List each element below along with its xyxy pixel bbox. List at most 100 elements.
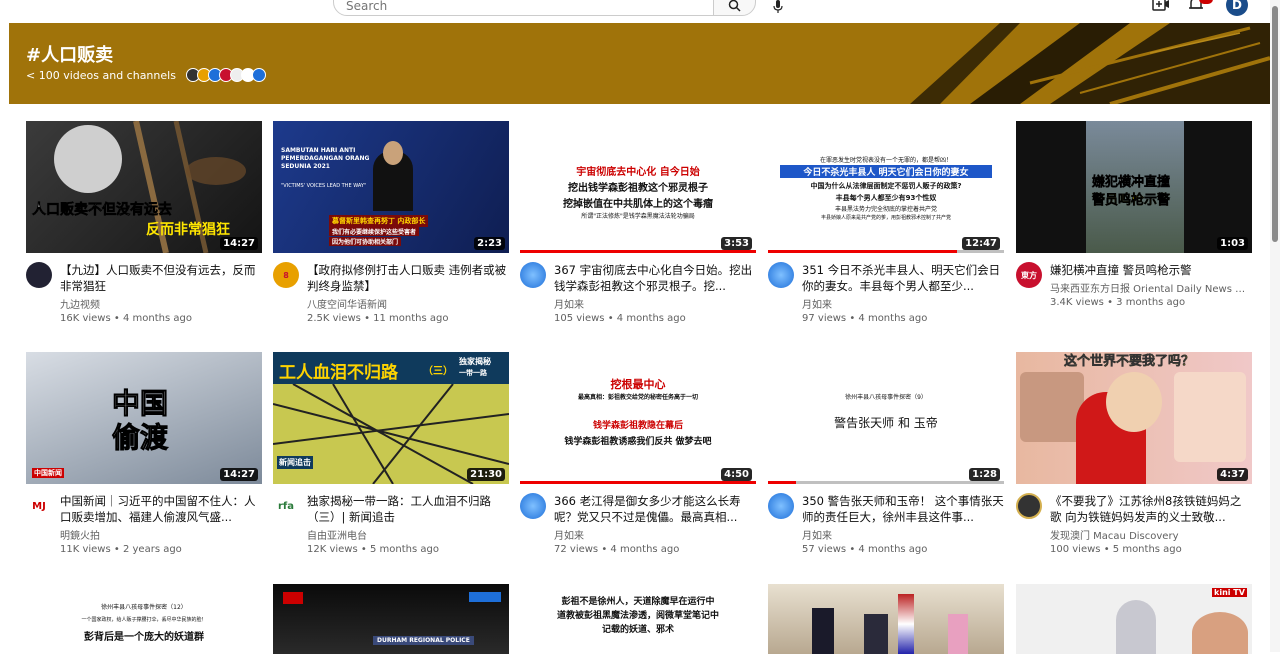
face-image [1106, 372, 1162, 432]
video-thumbnail[interactable]: 宇宙彻底去中心化 自今日始 挖出钱学森彭祖教这个邪灵根子 挖掉嵌值在中共肌体上的… [520, 121, 756, 253]
thumb-caption: 警员鸣枪示警 [1092, 193, 1171, 209]
thumb-caption: 所谓"正法修炼"是钱学森黑魔法法轮功骗局 [581, 213, 695, 220]
video-card[interactable]: 人口贩卖不但没有远去 反而非常猖狂 14:27 【九边】人口贩卖不但没有远去，反… [26, 121, 262, 324]
thumb-caption: 道教被彭祖黑魔法渗透，阅微草堂笔记中 [556, 611, 719, 621]
channel-avatars [184, 68, 266, 82]
video-title[interactable]: 366 老江得是御女多少才能这么长寿呢？党又只不过是傀儡。最高真相... [554, 493, 756, 525]
video-thumbnail[interactable]: 嫌犯横冲直撞 警员鸣枪示警 1:03 [1016, 121, 1252, 253]
search-input[interactable] [334, 0, 713, 15]
person-figure [812, 608, 834, 654]
thumb-caption: 独家揭秘 [459, 357, 491, 366]
video-thumbnail[interactable]: SAMBUTAN HARI ANTI PEMERDAGANGAN ORANG S… [273, 121, 509, 253]
video-thumbnail[interactable]: 徐州丰县八孩母事件探密（9） 警告张天师 和 玉帝 1:28 [768, 352, 1004, 484]
view-count: 57 views [802, 544, 847, 555]
channel-avatar[interactable]: 8 [273, 262, 299, 288]
search-box[interactable] [333, 0, 714, 16]
upload-age: 4 months ago [858, 313, 928, 324]
thumb-caption: 挖掉嵌值在中共肌体上的这个毒瘤 [562, 199, 713, 210]
video-thumbnail[interactable]: 徐州丰县八孩母事件探密（12） 一个国家政权，给人贩子撑腰打伞，丢尽中华民族的脸… [26, 584, 262, 654]
video-card[interactable]: DURHAM REGIONAL POLICE [273, 584, 509, 654]
video-thumbnail[interactable]: 中国 偷渡 中国新闻 14:27 [26, 352, 262, 484]
video-card[interactable]: 嫌犯横冲直撞 警员鸣枪示警 1:03 東方 嫌犯横冲直撞 警员鸣枪示警 马来西亚… [1016, 121, 1252, 308]
channel-avatar[interactable] [1016, 493, 1042, 519]
channel-avatar[interactable] [26, 262, 52, 288]
video-card[interactable]: SAMBUTAN HARI ANTI PEMERDAGANGAN ORANG S… [273, 121, 509, 324]
search-button[interactable] [713, 0, 756, 16]
video-thumbnail[interactable] [768, 584, 1004, 654]
upload-age: 4 months ago [610, 544, 680, 555]
channel-avatar[interactable]: 東方 [1016, 262, 1042, 288]
channel-name[interactable]: 九边视频 [60, 296, 262, 311]
video-card[interactable]: 这个世界不要我了吗？ 4:37 《不要我了》江苏徐州8孩铁链妈妈之歌 向为铁链妈… [1016, 352, 1252, 555]
voice-search-button[interactable] [766, 0, 790, 14]
video-card[interactable]: 宇宙彻底去中心化 自今日始 挖出钱学森彭祖教这个邪灵根子 挖掉嵌值在中共肌体上的… [520, 121, 756, 324]
video-title[interactable]: 350 警告张天师和玉帝！ 这个事情张天师的责任巨大，徐州丰县这件事... [802, 493, 1004, 525]
face-image [1020, 372, 1084, 442]
video-card[interactable]: 徐州丰县八孩母事件探密（12） 一个国家政权，给人贩子撑腰打伞，丢尽中华民族的脸… [26, 584, 262, 654]
thumb-caption: 最高真相：彭祖教交给党的秘密任务高于一切 [577, 394, 698, 401]
create-button[interactable] [1152, 0, 1172, 12]
video-card[interactable] [768, 584, 1004, 654]
channel-name[interactable]: 明鏡火拍 [60, 527, 262, 542]
thumb-caption: 工人血泪不归路 [279, 363, 398, 383]
scrollbar-thumb[interactable] [1272, 6, 1278, 242]
video-title[interactable]: 【政府拟修例打击人口贩卖 违例者或被判终身监禁】 [307, 262, 509, 294]
channel-avatar[interactable] [768, 262, 794, 288]
video-stats: 97 views • 4 months ago [802, 313, 928, 324]
video-title[interactable]: 【九边】人口贩卖不但没有远去，反而非常猖狂 [60, 262, 262, 294]
channel-avatar[interactable] [768, 493, 794, 519]
video-stats: 105 views • 4 months ago [554, 313, 686, 324]
channel-name[interactable]: 八度空间华语新闻 [307, 296, 509, 311]
channel-avatar[interactable]: rfa [273, 493, 299, 519]
video-thumbnail[interactable]: 工人血泪不归路 （三） 独家揭秘 一带一路 新闻追击 21:30 [273, 352, 509, 484]
mic-icon [773, 0, 783, 13]
channel-name[interactable]: 月如来 [802, 527, 1004, 542]
channel-name[interactable]: 月如来 [554, 296, 756, 311]
duration-badge: 3:53 [721, 237, 752, 250]
person-figure [948, 614, 968, 654]
video-thumbnail[interactable]: 人口贩卖不但没有远去 反而非常猖狂 14:27 [26, 121, 262, 253]
video-title[interactable]: 嫌犯横冲直撞 警员鸣枪示警 [1050, 262, 1252, 278]
channel-avatar[interactable] [520, 262, 546, 288]
channel-name[interactable]: 马来西亚东方日报 Oriental Daily News M... [1050, 280, 1252, 295]
duration-badge: 2:23 [474, 237, 505, 250]
video-card[interactable]: kini TV [1016, 584, 1252, 654]
thumb-caption: 宇宙彻底去中心化 自今日始 [576, 167, 700, 178]
video-title[interactable]: 中国新闻｜习近平的中国留不住人：人口贩卖增加、福建人偷渡风气盛... [60, 493, 262, 525]
video-card[interactable]: 工人血泪不归路 （三） 独家揭秘 一带一路 新闻追击 21:30 rfa 独家揭… [273, 352, 509, 555]
channel-avatar[interactable] [520, 493, 546, 519]
face-image [1174, 372, 1246, 462]
video-thumbnail[interactable]: kini TV [1016, 584, 1252, 654]
channel-name[interactable]: 发现澳门 Macau Discovery [1050, 527, 1252, 542]
video-thumbnail[interactable]: 彭祖不是徐州人，天道除魔早在运行中 道教被彭祖黑魔法渗透，阅微草堂笔记中 记载的… [520, 584, 756, 654]
duration-badge: 1:28 [969, 468, 1000, 481]
video-thumbnail[interactable]: 挖根最中心 最高真相：彭祖教交给党的秘密任务高于一切 钱学森彭祖教隐在幕后 钱学… [520, 352, 756, 484]
thumb-caption: 挖根最中心 [610, 378, 666, 391]
video-card[interactable]: 挖根最中心 最高真相：彭祖教交给党的秘密任务高于一切 钱学森彭祖教隐在幕后 钱学… [520, 352, 756, 555]
channel-avatar[interactable]: MJ [26, 493, 52, 519]
video-card[interactable]: 彭祖不是徐州人，天道除魔早在运行中 道教被彭祖黑魔法渗透，阅微草堂笔记中 记载的… [520, 584, 756, 654]
channel-name[interactable]: 自由亚洲电台 [307, 527, 509, 542]
video-count-link[interactable]: < 100 videos and channels [26, 69, 176, 82]
video-title[interactable]: 独家揭秘一带一路：工人血泪不归路（三）| 新闻追击 [307, 493, 509, 525]
channel-name[interactable]: 月如来 [554, 527, 756, 542]
video-card[interactable]: 中国 偷渡 中国新闻 14:27 MJ 中国新闻｜习近平的中国留不住人：人口贩卖… [26, 352, 262, 555]
hashtag-subtitle[interactable]: < 100 videos and channels [26, 68, 266, 82]
video-card[interactable]: 徐州丰县八孩母事件探密（9） 警告张天师 和 玉帝 1:28 350 警告张天师… [768, 352, 1004, 555]
view-count: 11K views [60, 544, 111, 555]
speaker-head [383, 141, 403, 165]
video-title[interactable]: 367 宇宙彻底去中心化自今日始。挖出钱学森彭祖教这个邪灵根子。挖... [554, 262, 756, 294]
thumb-caption: 钱学森彭祖教隐在幕后 [592, 421, 683, 431]
channel-name[interactable]: 月如来 [802, 296, 1004, 311]
video-title[interactable]: 351 今日不杀光丰县人、明天它们会日你的妻女。丰县每个男人都至少... [802, 262, 1004, 294]
thumb-caption: 因为他们可协助相关部门 [329, 237, 402, 246]
scrollbar[interactable] [1270, 0, 1280, 652]
video-thumbnail[interactable]: 在罪恶发生时党视表没有一个无罪的，都是帮凶！ 今日不杀光丰县人 明天它们会日你的… [768, 121, 1004, 253]
thumb-caption: 慕督斯里韩查再努丁 内政部长 [329, 215, 429, 227]
video-title[interactable]: 《不要我了》江苏徐州8孩铁链妈妈之歌 向为铁链妈妈发声的义士致敬... [1050, 493, 1252, 525]
video-stats: 3.4K views • 3 months ago [1050, 297, 1186, 308]
video-card[interactable]: 在罪恶发生时党视表没有一个无罪的，都是帮凶！ 今日不杀光丰县人 明天它们会日你的… [768, 121, 1004, 324]
video-thumbnail[interactable]: 这个世界不要我了吗？ 4:37 [1016, 352, 1252, 484]
account-avatar[interactable]: D [1226, 0, 1248, 16]
video-thumbnail[interactable]: DURHAM REGIONAL POLICE [273, 584, 509, 654]
